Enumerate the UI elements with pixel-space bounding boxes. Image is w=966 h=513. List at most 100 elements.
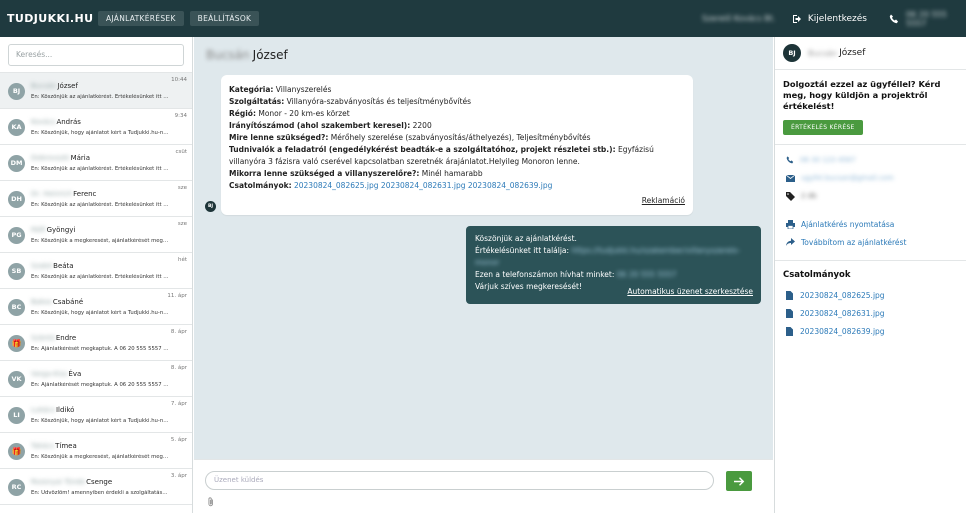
conversation-item[interactable]: RC Rozsnyai TündeCsenge Én: Üdvözlöm! am… — [0, 469, 192, 505]
conversation-name: DobrovszkiMária — [31, 154, 91, 162]
request-message: Kategória: Villanyszerelés Szolgáltatás:… — [221, 75, 693, 215]
nav-beallitasok[interactable]: BEÁLLÍTÁSOK — [189, 11, 260, 26]
conversation-preview: Én: Köszönjük az ajánlatkérést. Értékelé… — [31, 166, 169, 172]
message-composer: Üzenet küldés — [194, 459, 773, 513]
conversation-list: BJ BucsánJózsef Én: Köszönjük az ajánlat… — [0, 72, 192, 505]
conversation-item[interactable]: SB SzabóBeáta Én: Köszönjük az ajánlatké… — [0, 253, 192, 289]
attachment-link[interactable]: 20230824_082625.jpg — [294, 181, 379, 190]
client-email[interactable]: ugyfel.bucsan@gmail.com — [775, 169, 966, 187]
chat-header: Bucsán József — [194, 37, 773, 73]
conversation-name: BakosCsabáné — [31, 298, 84, 306]
conversation-name: LukácsIldikó — [31, 406, 75, 414]
avatar: DH — [8, 191, 25, 208]
print-request-link[interactable]: Ajánlatkérés nyomtatása — [775, 215, 966, 233]
conversation-item[interactable]: BC BakosCsabáné Én: Köszönjük, hogy aján… — [0, 289, 192, 325]
logo[interactable]: TUDJUKKI.HU — [7, 12, 93, 25]
review-request-text: Dolgoztál ezzel az ügyféllel? Kérd meg, … — [783, 79, 941, 111]
forward-request-link[interactable]: Továbbítom az ajánlatkérést — [775, 233, 966, 251]
client-avatar: BJ — [783, 44, 801, 62]
conversation-item[interactable]: BJ BucsánJózsef Én: Köszönjük az ajánlat… — [0, 73, 192, 109]
attachment-link[interactable]: 20230824_082639.jpg — [468, 181, 553, 190]
conversation-preview: Én: Köszönjük, hogy ajánlatot kért a Tud… — [31, 310, 169, 316]
paperclip-icon[interactable] — [207, 497, 215, 507]
conversation-item[interactable]: 🎁 TakácsTímea Én: Köszönjük a megkeresés… — [0, 433, 192, 469]
file-icon — [786, 290, 793, 300]
request-attachments: Csatolmányok: 20230824_082625.jpg 202308… — [229, 181, 553, 190]
conversation-preview: Én: Köszönjük az ajánlatkérést. Értékelé… — [31, 202, 169, 208]
review-request-button[interactable]: ÉRTÉKELÉS KÉRÉSE — [783, 120, 863, 135]
phone-icon — [786, 156, 794, 164]
conversation-preview: Én: Köszönjük az ajánlatkérést. Értékelé… — [31, 94, 169, 100]
request-field: Kategória: Villanyszerelés — [229, 85, 332, 94]
avatar: PG — [8, 227, 25, 244]
conversation-item[interactable]: 🎁 SzántóEndre Én: Ajánlatkérését megkapt… — [0, 325, 192, 361]
message-input[interactable]: Üzenet küldés — [205, 471, 714, 490]
conversation-item[interactable]: DH Dr. HeinrichFerenc Én: Köszönjük az a… — [0, 181, 192, 217]
conversation-time: 10:44 — [171, 77, 187, 83]
request-field: Irányítószámod (ahol szakembert keresel)… — [229, 121, 432, 130]
conversation-name: PálfiGyöngyi — [31, 226, 76, 234]
print-icon — [786, 219, 795, 229]
gift-icon: 🎁 — [8, 335, 25, 352]
share-icon — [786, 238, 795, 246]
conversation-preview: Én: Köszönjük a megkeresést, ajánlatkéré… — [31, 454, 169, 460]
chat-panel: Bucsán József Kategória: Villanyszerelés … — [194, 37, 773, 513]
attachment-file[interactable]: 20230824_082631.jpg — [775, 304, 966, 322]
conversation-name: SzántóEndre — [31, 334, 77, 342]
conversation-item[interactable]: KA KovácsAndrás Én: Köszönjük, hogy aján… — [0, 109, 192, 145]
attachment-link[interactable]: 20230824_082631.jpg — [381, 181, 466, 190]
avatar: VK — [8, 371, 25, 388]
conversation-name: Rozsnyai TündeCsenge — [31, 478, 113, 486]
conversation-preview: Én: Köszönjük, hogy ajánlatot kért a Tud… — [31, 130, 169, 136]
conversation-name: Varga-KissÉva — [31, 370, 82, 378]
reply-phone: 06 20 555 5557 — [616, 270, 677, 279]
avatar: SB — [8, 263, 25, 280]
conversation-item[interactable]: VK Varga-KissÉva Én: Ajánlatkérését megk… — [0, 361, 192, 397]
conversation-preview: Én: Köszönjük, hogy ajánlatot kért a Tud… — [31, 418, 169, 424]
conversation-time: 7. ápr — [170, 401, 187, 407]
request-field: Szolgáltatás: Villanyóra-szabványosítás … — [229, 97, 472, 106]
file-icon — [786, 308, 793, 318]
conversation-name: TakácsTímea — [31, 442, 77, 450]
conversation-time: 9:34 — [174, 113, 187, 119]
avatar: LI — [8, 407, 25, 424]
chat-header-surname: Bucsán — [206, 48, 250, 62]
reply-line: Ezen a telefonszámon hívhat minket: 06 2… — [475, 270, 677, 279]
request-field: Mire lenne szükséged?: Mérőhely szerelés… — [229, 133, 591, 142]
conversation-item[interactable]: LI LukácsIldikó Én: Köszönjük, hogy aján… — [0, 397, 192, 433]
conversation-preview: Én: Üdvözlöm! amennyiben érdekli a szolg… — [31, 490, 169, 496]
conversation-name: BucsánJózsef — [31, 82, 78, 90]
attachment-file[interactable]: 20230824_082639.jpg — [775, 322, 966, 340]
client-header: BJ Bucsán József — [775, 37, 966, 70]
conversation-preview: Én: Köszönjük a megkeresést, ajánlatkéré… — [31, 238, 169, 244]
attachment-file[interactable]: 20230824_082625.jpg — [775, 286, 966, 304]
client-details-panel: BJ Bucsán József Dolgoztál ezzel az ügyfé… — [774, 37, 966, 513]
client-name: József — [839, 48, 866, 58]
request-field: Mikorra lenne szükséged a villanyszerelő… — [229, 169, 483, 178]
avatar: DM — [8, 155, 25, 172]
gift-icon: 🎁 — [8, 443, 25, 460]
logout-button[interactable]: Kijelentkezés — [792, 14, 867, 24]
conversation-preview: Én: Ajánlatkérését megkaptuk. A 06 20 55… — [31, 382, 169, 388]
avatar: BC — [8, 299, 25, 316]
reklamacio-link[interactable]: Reklamáció — [229, 195, 685, 207]
conversation-item[interactable]: DM DobrovszkiMária Én: Köszönjük az aján… — [0, 145, 192, 181]
client-phone[interactable]: 06 30 123 4567 — [775, 151, 966, 169]
conversation-item[interactable]: PG PálfiGyöngyi Én: Köszönjük a megkeres… — [0, 217, 192, 253]
send-button[interactable] — [726, 471, 752, 491]
avatar: KA — [8, 119, 25, 136]
conversation-time: 3. ápr — [170, 473, 187, 479]
chat-header-name: József — [252, 48, 288, 62]
auto-message-edit-link[interactable]: Automatikus üzenet szerkesztése — [627, 286, 753, 298]
header-phone: 06 20 555 5557 — [889, 10, 954, 28]
top-bar: TUDJUKKI.HU AJÁNLATKÉRÉSEK BEÁLLÍTÁSOK S… — [0, 0, 966, 37]
conversation-sidebar: Keresés... BJ BucsánJózsef Én: Köszönjük… — [0, 37, 193, 513]
avatar: BJ — [8, 83, 25, 100]
search-input[interactable]: Keresés... — [8, 44, 184, 66]
client-tag: 2 db — [775, 187, 966, 205]
reply-message: Köszönjük az ajánlatkérést. Értékelésünk… — [466, 226, 761, 304]
conversation-time: csüt — [175, 149, 187, 155]
request-field: Tudnivalók a feladatról (engedélykérést … — [229, 145, 654, 166]
file-icon — [786, 326, 793, 336]
nav-ajanlatkeresek[interactable]: AJÁNLATKÉRÉSEK — [98, 11, 184, 26]
